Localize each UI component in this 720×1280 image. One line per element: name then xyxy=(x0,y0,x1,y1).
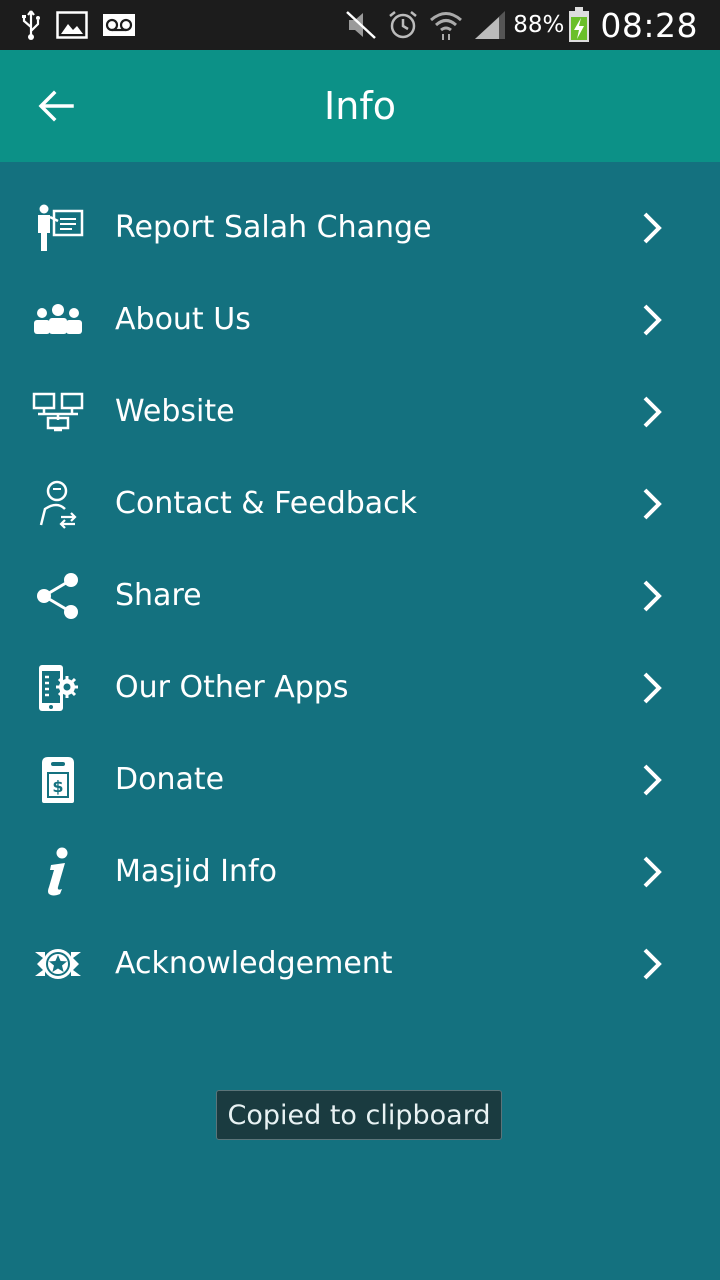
image-icon xyxy=(56,11,88,39)
chevron-right-icon xyxy=(634,762,670,798)
menu-item-label: Share xyxy=(115,578,202,613)
presenter-board-icon xyxy=(28,198,88,258)
menu-item-label: Website xyxy=(115,394,235,429)
menu-item-about-us[interactable]: About Us xyxy=(0,274,720,366)
menu-item-share[interactable]: Share xyxy=(0,550,720,642)
menu-item-label: Acknowledgement xyxy=(115,946,393,981)
menu-item-donate[interactable]: $ Donate xyxy=(0,734,720,826)
chevron-right-icon xyxy=(634,670,670,706)
menu-item-label: Masjid Info xyxy=(115,854,277,889)
back-button[interactable] xyxy=(28,78,84,134)
menu-item-website[interactable]: Website xyxy=(0,366,720,458)
voicemail-icon xyxy=(102,13,136,37)
star-badge-icon xyxy=(28,934,88,994)
donation-box-icon: $ xyxy=(28,750,88,810)
menu-item-label: About Us xyxy=(115,302,251,337)
chevron-right-icon xyxy=(634,394,670,430)
menu-item-masjid-info[interactable]: Masjid Info xyxy=(0,826,720,918)
person-exchange-icon xyxy=(28,474,88,534)
info-menu: Report Salah Change About Us Website Con… xyxy=(0,182,720,1010)
chevron-right-icon xyxy=(634,578,670,614)
menu-item-acknowledgement[interactable]: Acknowledgement xyxy=(0,918,720,1010)
chevron-right-icon xyxy=(634,946,670,982)
arrow-left-icon xyxy=(38,90,74,122)
status-bar: 88% 08:28 xyxy=(0,0,720,50)
signal-icon xyxy=(473,10,507,40)
menu-item-our-other-apps[interactable]: Our Other Apps xyxy=(0,642,720,734)
mute-icon xyxy=(345,10,377,40)
group-people-icon xyxy=(28,290,88,350)
clock: 08:28 xyxy=(600,5,698,45)
page-title: Info xyxy=(324,84,396,128)
alarm-icon xyxy=(387,9,419,41)
chevron-right-icon xyxy=(634,210,670,246)
phone-gear-icon xyxy=(28,658,88,718)
svg-text:$: $ xyxy=(52,777,63,796)
app-bar: Info xyxy=(0,50,720,162)
chevron-right-icon xyxy=(634,854,670,890)
menu-item-report-salah-change[interactable]: Report Salah Change xyxy=(0,182,720,274)
chevron-right-icon xyxy=(634,486,670,522)
usb-icon xyxy=(20,9,42,41)
info-icon xyxy=(28,842,88,902)
chevron-right-icon xyxy=(634,302,670,338)
menu-item-label: Contact & Feedback xyxy=(115,486,418,521)
battery-percent: 88% xyxy=(513,12,565,38)
battery-charging-icon xyxy=(568,7,590,43)
wifi-icon xyxy=(429,9,463,41)
share-icon xyxy=(28,566,88,626)
network-monitors-icon xyxy=(28,382,88,442)
menu-item-label: Donate xyxy=(115,762,225,797)
menu-item-label: Report Salah Change xyxy=(115,210,432,245)
menu-item-contact-feedback[interactable]: Contact & Feedback xyxy=(0,458,720,550)
toast-message: Copied to clipboard xyxy=(216,1090,502,1140)
menu-item-label: Our Other Apps xyxy=(115,670,349,705)
